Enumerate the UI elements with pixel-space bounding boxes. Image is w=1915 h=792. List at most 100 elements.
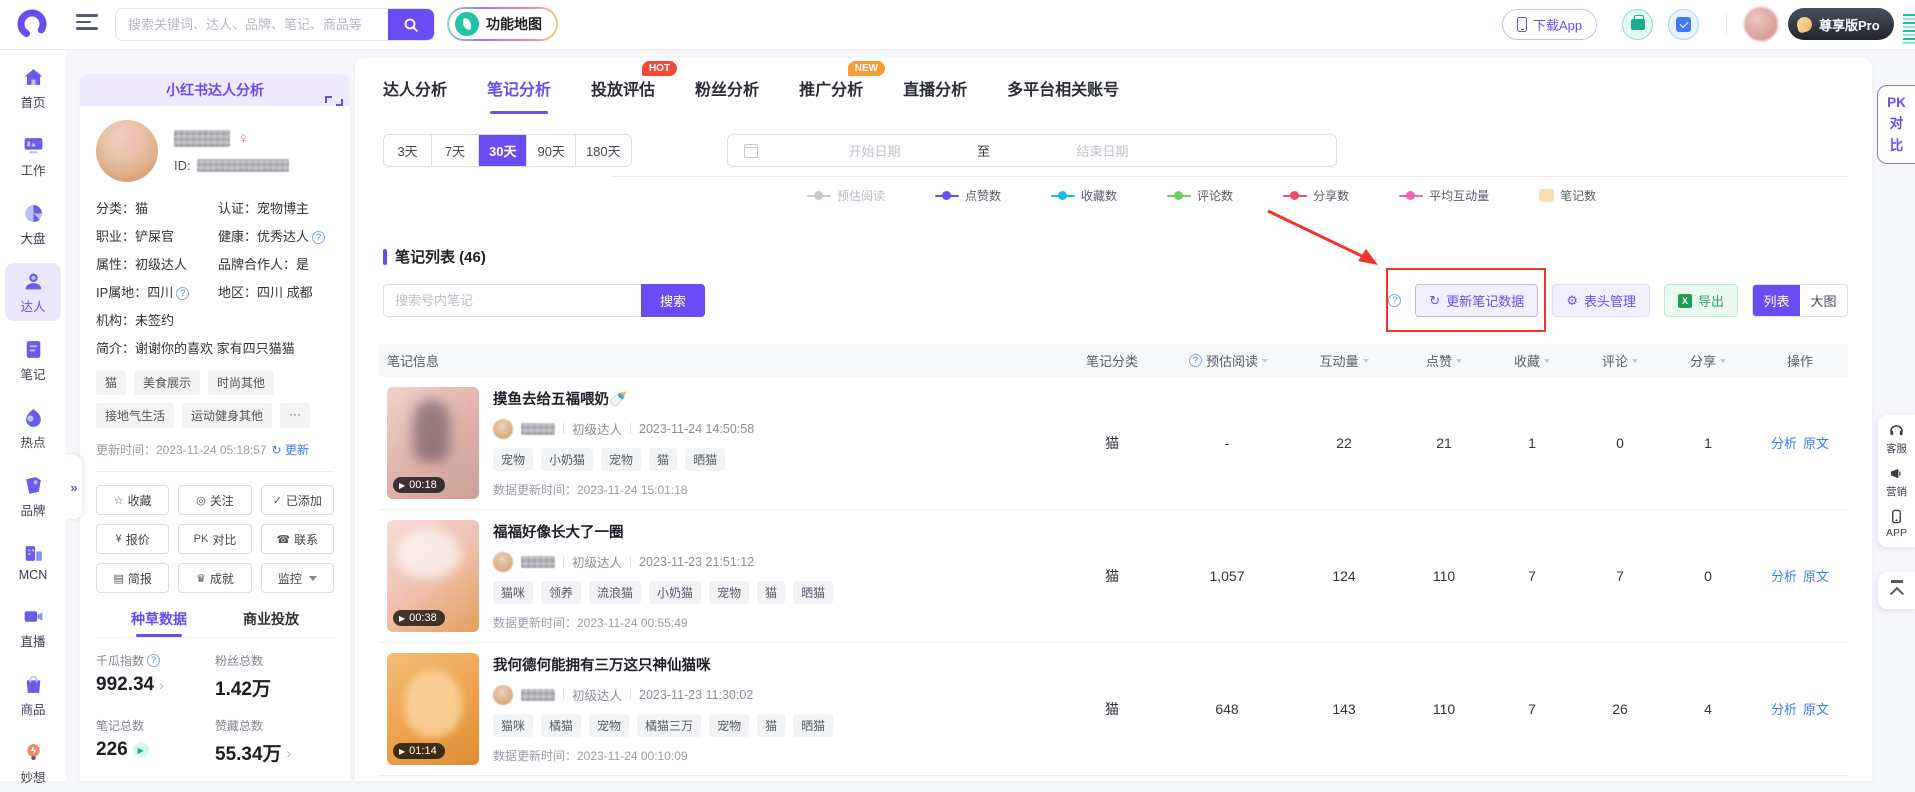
tag[interactable]: 橘猫 xyxy=(541,714,582,738)
tag[interactable]: 小奶猫 xyxy=(649,581,702,605)
note-title[interactable]: 我何德何能拥有三万这只神仙猫咪 xyxy=(493,654,833,675)
tag[interactable]: 美食展示 xyxy=(134,370,201,395)
global-search-input[interactable] xyxy=(116,9,388,40)
chevron-right-icon[interactable]: › xyxy=(287,745,292,761)
back-to-top-button[interactable] xyxy=(1878,572,1915,609)
vip-badge-button[interactable]: 尊享版Pro xyxy=(1788,8,1894,40)
legend-est-read[interactable]: 预估阅读 xyxy=(807,187,885,204)
tag[interactable]: 猫 xyxy=(757,581,786,605)
tab-influencer-analysis[interactable]: 达人分析 xyxy=(383,76,447,114)
author-avatar[interactable] xyxy=(493,418,513,439)
sidebar-item-goods[interactable]: 商品 xyxy=(5,666,61,724)
help-icon[interactable]: ? xyxy=(147,654,161,667)
note-thumbnail[interactable]: ▶ 01:14 xyxy=(387,653,479,765)
sort-icon[interactable] xyxy=(1456,358,1462,363)
sort-icon[interactable] xyxy=(1262,358,1268,363)
tag[interactable]: 猫咪 xyxy=(493,714,534,738)
header-shares[interactable]: 分享 xyxy=(1664,351,1752,370)
contact-button[interactable]: ☎ 联系 xyxy=(260,524,334,554)
sidebar-item-notes[interactable]: 笔记 xyxy=(5,331,61,389)
tag[interactable]: 宠物 xyxy=(709,581,750,605)
analyze-link[interactable]: 分析 xyxy=(1771,702,1797,717)
note-thumbnail[interactable]: ▶ 00:18 xyxy=(387,387,479,499)
tag[interactable]: 猫 xyxy=(96,370,127,395)
sidebar-item-live[interactable]: 直播 xyxy=(5,598,61,656)
range-7d[interactable]: 7天 xyxy=(431,135,478,166)
note-search-button[interactable]: 搜索 xyxy=(641,284,705,317)
global-search-button[interactable] xyxy=(388,9,434,40)
legend-avg-interaction[interactable]: 平均互动量 xyxy=(1399,187,1489,204)
favorite-button[interactable]: ☆ 收藏 xyxy=(96,485,170,515)
note-thumbnail[interactable]: ▶ 00:38 xyxy=(387,520,479,632)
help-icon[interactable]: ? xyxy=(176,287,190,300)
help-icon[interactable]: ? xyxy=(312,231,326,244)
tag[interactable]: 晒猫 xyxy=(793,714,834,738)
follow-button[interactable]: ◎ 关注 xyxy=(178,485,252,515)
tab-note-analysis[interactable]: 笔记分析 xyxy=(487,76,551,114)
header-interactions[interactable]: 互动量 xyxy=(1288,351,1400,370)
tag[interactable]: 运动健身其他 xyxy=(182,403,273,428)
tab-fans-analysis[interactable]: 粉丝分析 xyxy=(695,76,759,114)
tag[interactable]: 小奶猫 xyxy=(541,448,594,472)
feature-map-button[interactable]: 功能地图 xyxy=(447,7,558,41)
tag[interactable]: 猫 xyxy=(757,714,786,738)
analyze-link[interactable]: 分析 xyxy=(1771,436,1797,451)
tab-multi-platform[interactable]: 多平台相关账号 xyxy=(1007,76,1119,114)
tag[interactable]: 橘猫三万 xyxy=(637,714,702,738)
video-play-icon[interactable]: ▶ xyxy=(132,742,149,758)
header-likes[interactable]: 点赞 xyxy=(1400,351,1488,370)
tag[interactable]: 晒猫 xyxy=(685,448,726,472)
analyze-link[interactable]: 分析 xyxy=(1771,569,1797,584)
header-est-read[interactable]: ? 预估阅读 xyxy=(1166,351,1288,370)
note-search-input[interactable] xyxy=(383,284,641,317)
original-link[interactable]: 原文 xyxy=(1803,702,1829,717)
collapse-menu-icon[interactable] xyxy=(76,14,98,34)
tag[interactable]: 晒猫 xyxy=(793,581,834,605)
sidebar-item-influencer[interactable]: 达人 xyxy=(5,263,61,321)
range-180d[interactable]: 180天 xyxy=(574,135,631,166)
sort-icon[interactable] xyxy=(1632,358,1638,363)
marketing-button[interactable]: 营销 xyxy=(1878,466,1915,499)
monitor-dropdown-button[interactable]: 监控 xyxy=(260,563,334,593)
refresh-profile-link[interactable]: ↻ 更新 xyxy=(272,441,309,458)
header-manage-button[interactable]: ⚙ 表头管理 xyxy=(1552,284,1650,317)
legend-shares[interactable]: 分享数 xyxy=(1283,187,1349,204)
sidebar-item-ideas[interactable]: 妙想 xyxy=(5,734,61,792)
view-grid-button[interactable]: 大图 xyxy=(1800,285,1847,316)
customer-service-button[interactable]: 客服 xyxy=(1878,423,1915,456)
message-icon[interactable] xyxy=(1668,9,1699,40)
tag[interactable]: 宠物 xyxy=(601,448,642,472)
tag[interactable]: 宠物 xyxy=(589,714,630,738)
app-button[interactable]: APP xyxy=(1878,509,1915,539)
author-avatar[interactable] xyxy=(493,551,513,572)
tab-commercial[interactable]: 商业投放 xyxy=(243,609,299,637)
tag-more[interactable]: ··· xyxy=(280,403,311,428)
tag[interactable]: 领养 xyxy=(541,581,582,605)
help-icon[interactable]: ? xyxy=(1188,354,1202,367)
report-button[interactable]: ▤ 简报 xyxy=(96,563,170,593)
quote-button[interactable]: ¥ 报价 xyxy=(96,524,170,554)
tag[interactable]: 猫 xyxy=(649,448,678,472)
legend-note-count[interactable]: 笔记数 xyxy=(1539,187,1596,204)
original-link[interactable]: 原文 xyxy=(1803,436,1829,451)
chevron-right-icon[interactable]: › xyxy=(159,677,164,693)
added-button[interactable]: ✓ 已添加 xyxy=(260,485,334,515)
date-picker[interactable]: 开始日期 至 结束日期 xyxy=(727,134,1337,167)
view-list-button[interactable]: 列表 xyxy=(1753,285,1800,316)
range-3d[interactable]: 3天 xyxy=(384,135,431,166)
panel-collapse-handle[interactable]: » xyxy=(66,455,82,519)
sidebar-item-work[interactable]: 工作 xyxy=(5,127,61,185)
export-button[interactable]: X 导出 xyxy=(1663,284,1738,317)
download-app-button[interactable]: 下载App xyxy=(1502,9,1598,40)
refresh-note-data-button[interactable]: ↻ 更新笔记数据 xyxy=(1415,284,1539,317)
author-avatar[interactable] xyxy=(493,684,513,705)
tag[interactable]: 宠物 xyxy=(709,714,750,738)
legend-likes[interactable]: 点赞数 xyxy=(935,187,1001,204)
header-comments[interactable]: 评论 xyxy=(1576,351,1664,370)
user-avatar[interactable] xyxy=(1744,7,1778,41)
tag[interactable]: 猫咪 xyxy=(493,581,534,605)
header-collects[interactable]: 收藏 xyxy=(1488,351,1576,370)
sidebar-item-market[interactable]: 大盘 xyxy=(5,195,61,253)
tag[interactable]: 时尚其他 xyxy=(208,370,275,395)
sidebar-item-mcn[interactable]: MCN xyxy=(5,535,61,588)
